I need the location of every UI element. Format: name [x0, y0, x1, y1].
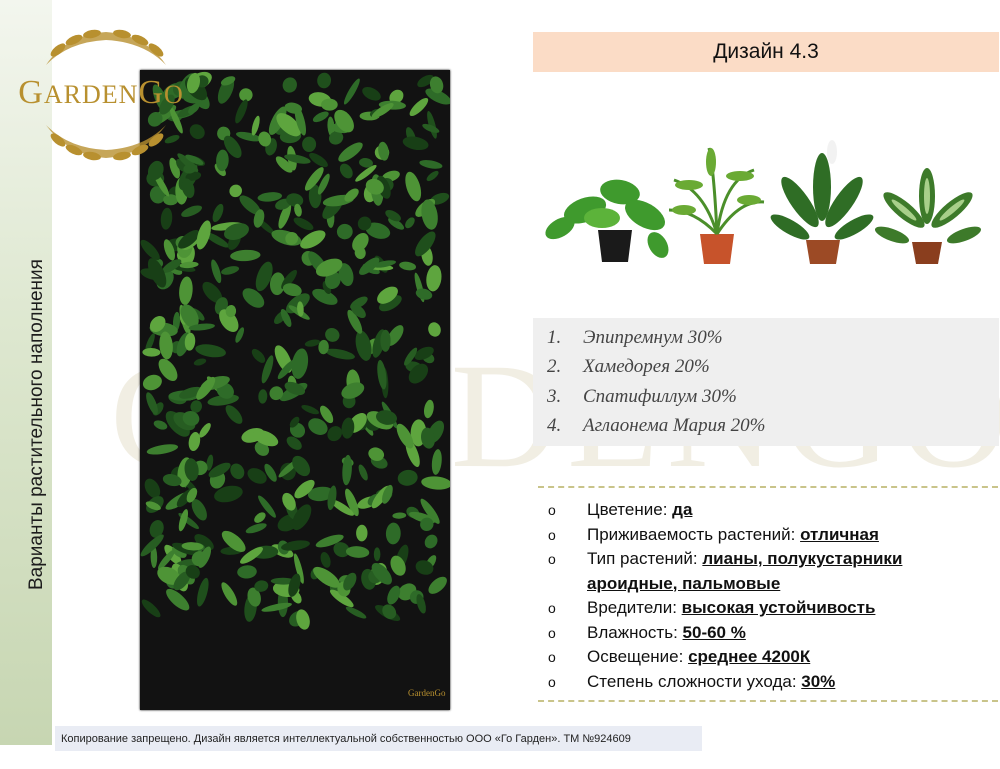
properties-list: o Цветение: да o Приживаемость растений: о… [548, 498, 902, 694]
divider-bottom [538, 700, 998, 702]
divider-top [538, 486, 998, 488]
design-title-bar: Дизайн 4.3 [533, 32, 999, 72]
epipremnum-plant-icon [545, 179, 669, 262]
property-pests: o Вредители: высокая устойчивость [548, 598, 876, 618]
brand-name: GARDENGO [18, 74, 184, 111]
brand-logo: GARDENGO [6, 20, 196, 170]
property-care-difficulty: o Степень сложности ухода: 30% [548, 671, 836, 691]
list-item: 1. Эпипремнум 30% [547, 326, 723, 348]
property-flowering: o Цветение: да [548, 500, 693, 520]
property-lighting: o Освещение: среднее 4200К [548, 647, 811, 667]
list-item: 2. Хамедорея 20% [547, 356, 710, 378]
chamaedorea-plant-icon [668, 147, 765, 264]
copyright-footer: Копирование запрещено. Дизайн является и… [55, 726, 702, 751]
list-item: 3. Спатифиллум 30% [547, 385, 737, 407]
property-plant-type: o Тип растений: лианы, полукустарники арои… [548, 549, 903, 593]
plant-composition-list: 1. Эпипремнум 30% 2. Хамедорея 20% 3. Спати… [547, 323, 766, 441]
spathiphyllum-plant-icon [770, 140, 874, 264]
property-humidity: o Влажность: 50-60 % [548, 622, 746, 642]
aglaonema-plant-icon [874, 168, 982, 264]
list-item: 4. Аглаонема Мария 20% [547, 415, 766, 437]
sidebar-title: Варианты растительного наполнения [26, 259, 47, 590]
wall-badge-logo: GardenGo [408, 688, 446, 698]
property-survival: o Приживаемость растений: отличная [548, 524, 879, 544]
